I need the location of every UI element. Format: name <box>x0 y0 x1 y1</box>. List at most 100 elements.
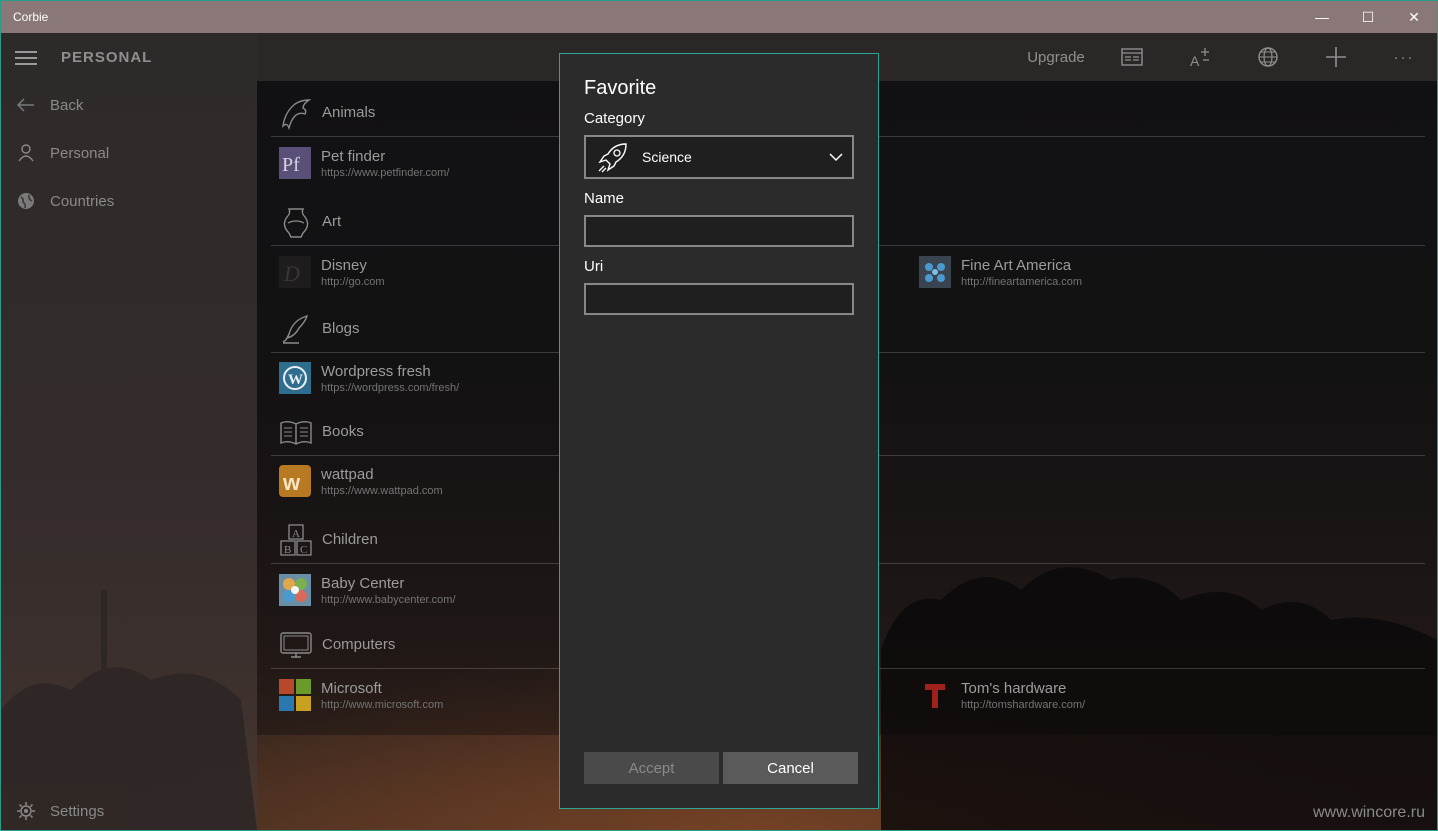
sidebar-item-settings[interactable]: Settings <box>15 800 104 822</box>
sidebar-item-personal[interactable]: Personal <box>15 141 109 165</box>
wattpad-logo: w <box>279 465 311 497</box>
favorite-item-babycenter[interactable]: Baby Center http://www.babycenter.com/ <box>279 570 456 610</box>
upgrade-label: Upgrade <box>1027 48 1085 66</box>
window-title: Corbie <box>13 10 49 24</box>
close-button[interactable]: ✕ <box>1391 1 1437 33</box>
svg-text:W: W <box>288 372 303 388</box>
favorite-item-tomshardware[interactable]: Tom's hardware http://tomshardware.com/ <box>919 675 1085 715</box>
favorite-item-petfinder[interactable]: Pf Pet finder https://www.petfinder.com/ <box>279 143 449 183</box>
plus-icon <box>1326 47 1346 67</box>
category-label: Art <box>322 213 342 230</box>
rocket-icon <box>598 143 627 173</box>
favorite-name: wattpad <box>321 465 374 483</box>
window-controls: — ☐ ✕ <box>1299 1 1437 33</box>
favorite-url: https://wordpress.com/fresh/ <box>321 381 460 394</box>
globe-icon <box>15 190 37 212</box>
vase-icon <box>279 205 313 239</box>
disney-logo: D <box>279 256 311 288</box>
favorite-name: Wordpress fresh <box>321 362 431 380</box>
category-dropdown[interactable]: Science <box>584 135 854 179</box>
favorite-name: Disney <box>321 256 367 274</box>
person-icon <box>15 142 37 164</box>
title-bar[interactable]: Corbie — ☐ ✕ <box>1 1 1437 33</box>
favorite-item-microsoft[interactable]: Microsoft http://www.microsoft.com <box>279 675 443 715</box>
svg-text:C: C <box>300 544 307 556</box>
svg-text:D: D <box>283 261 300 286</box>
favorite-dialog: Favorite Category Science Name Uri Accep… <box>559 53 879 809</box>
favorite-item-wattpad[interactable]: w wattpad https://www.wattpad.com <box>279 461 443 501</box>
svg-text:B: B <box>284 544 291 556</box>
svg-text:A: A <box>292 528 300 540</box>
minimize-button[interactable]: — <box>1299 1 1345 33</box>
favorite-url: http://fineartamerica.com <box>961 275 1083 288</box>
tomshardware-logo <box>925 684 945 708</box>
favorite-url: https://www.petfinder.com/ <box>321 166 450 179</box>
font-size-button[interactable]: A <box>1185 43 1215 71</box>
more-icon: ··· <box>1393 48 1415 66</box>
add-button[interactable] <box>1321 43 1351 71</box>
fineartamerica-logo <box>919 256 951 288</box>
favorite-name: Pet finder <box>321 147 386 165</box>
font-size-icon: A <box>1190 48 1209 68</box>
back-arrow-icon <box>15 94 37 116</box>
accept-button[interactable]: Accept <box>584 752 719 784</box>
open-book-icon <box>279 415 313 449</box>
favorite-url: http://www.microsoft.com <box>321 698 444 711</box>
reader-view-button[interactable] <box>1117 43 1147 71</box>
close-icon: ✕ <box>1408 8 1420 25</box>
category-label: Books <box>322 423 364 440</box>
maximize-button[interactable]: ☐ <box>1345 1 1391 33</box>
favorite-url: http://go.com <box>321 275 385 288</box>
more-button[interactable]: ··· <box>1389 43 1419 71</box>
favorite-name: Microsoft <box>321 679 382 697</box>
globe-icon <box>1258 47 1278 67</box>
favorite-url: https://www.wattpad.com <box>321 484 443 497</box>
language-button[interactable] <box>1253 43 1283 71</box>
gear-icon <box>15 800 37 822</box>
upgrade-button[interactable]: Upgrade <box>1021 43 1091 71</box>
category-label: Children <box>322 531 378 548</box>
hamburger-menu-icon[interactable] <box>15 51 37 65</box>
name-label: Name <box>584 190 625 207</box>
wordpress-logo: W <box>279 362 311 394</box>
category-label: Category <box>584 110 645 127</box>
favorite-name: Baby Center <box>321 574 405 592</box>
favorite-item-disney[interactable]: D Disney http://go.com <box>279 252 385 292</box>
uri-label: Uri <box>584 258 604 275</box>
newspaper-icon <box>1121 48 1143 66</box>
favorite-url: http://tomshardware.com/ <box>961 698 1086 711</box>
sidebar-item-label: Countries <box>50 192 115 210</box>
chevron-down-icon <box>829 153 843 162</box>
monitor-icon <box>279 628 313 662</box>
svg-text:A: A <box>1190 53 1200 68</box>
maximize-icon: ☐ <box>1361 8 1375 25</box>
settings-label: Settings <box>50 802 105 820</box>
sidebar-item-countries[interactable]: Countries <box>15 189 114 213</box>
petfinder-logo: Pf <box>279 147 311 179</box>
cancel-button[interactable]: Cancel <box>723 752 858 784</box>
favorite-item-fineartamerica[interactable]: Fine Art America http://fineartamerica.co… <box>919 252 1082 292</box>
favorite-item-wordpress[interactable]: W Wordpress fresh https://wordpress.com/f… <box>279 358 459 398</box>
sidebar-item-label: Back <box>50 96 84 114</box>
quill-icon <box>279 312 313 346</box>
sidebar-item-label: Personal <box>50 144 110 162</box>
microsoft-logo <box>279 679 311 711</box>
uri-input[interactable] <box>584 283 854 315</box>
category-selected-value: Science <box>642 149 692 165</box>
sidebar: PERSONAL Back Personal Countries <box>1 33 257 830</box>
section-title: PERSONAL <box>61 49 153 66</box>
abc-blocks-icon: ABC <box>279 523 313 557</box>
dolphin-icon <box>279 96 313 130</box>
category-label: Animals <box>322 104 376 121</box>
favorite-name: Fine Art America <box>961 256 1072 274</box>
sidebar-item-back[interactable]: Back <box>15 93 83 117</box>
name-input[interactable] <box>584 215 854 247</box>
svg-text:w: w <box>282 470 301 495</box>
favorite-name: Tom's hardware <box>961 679 1067 697</box>
watermark: www.wincore.ru <box>1312 804 1425 821</box>
svg-text:Pf: Pf <box>282 154 300 176</box>
dialog-title: Favorite <box>584 77 657 99</box>
babycenter-logo <box>279 574 311 606</box>
category-label: Blogs <box>322 320 360 337</box>
category-label: Computers <box>322 636 396 653</box>
